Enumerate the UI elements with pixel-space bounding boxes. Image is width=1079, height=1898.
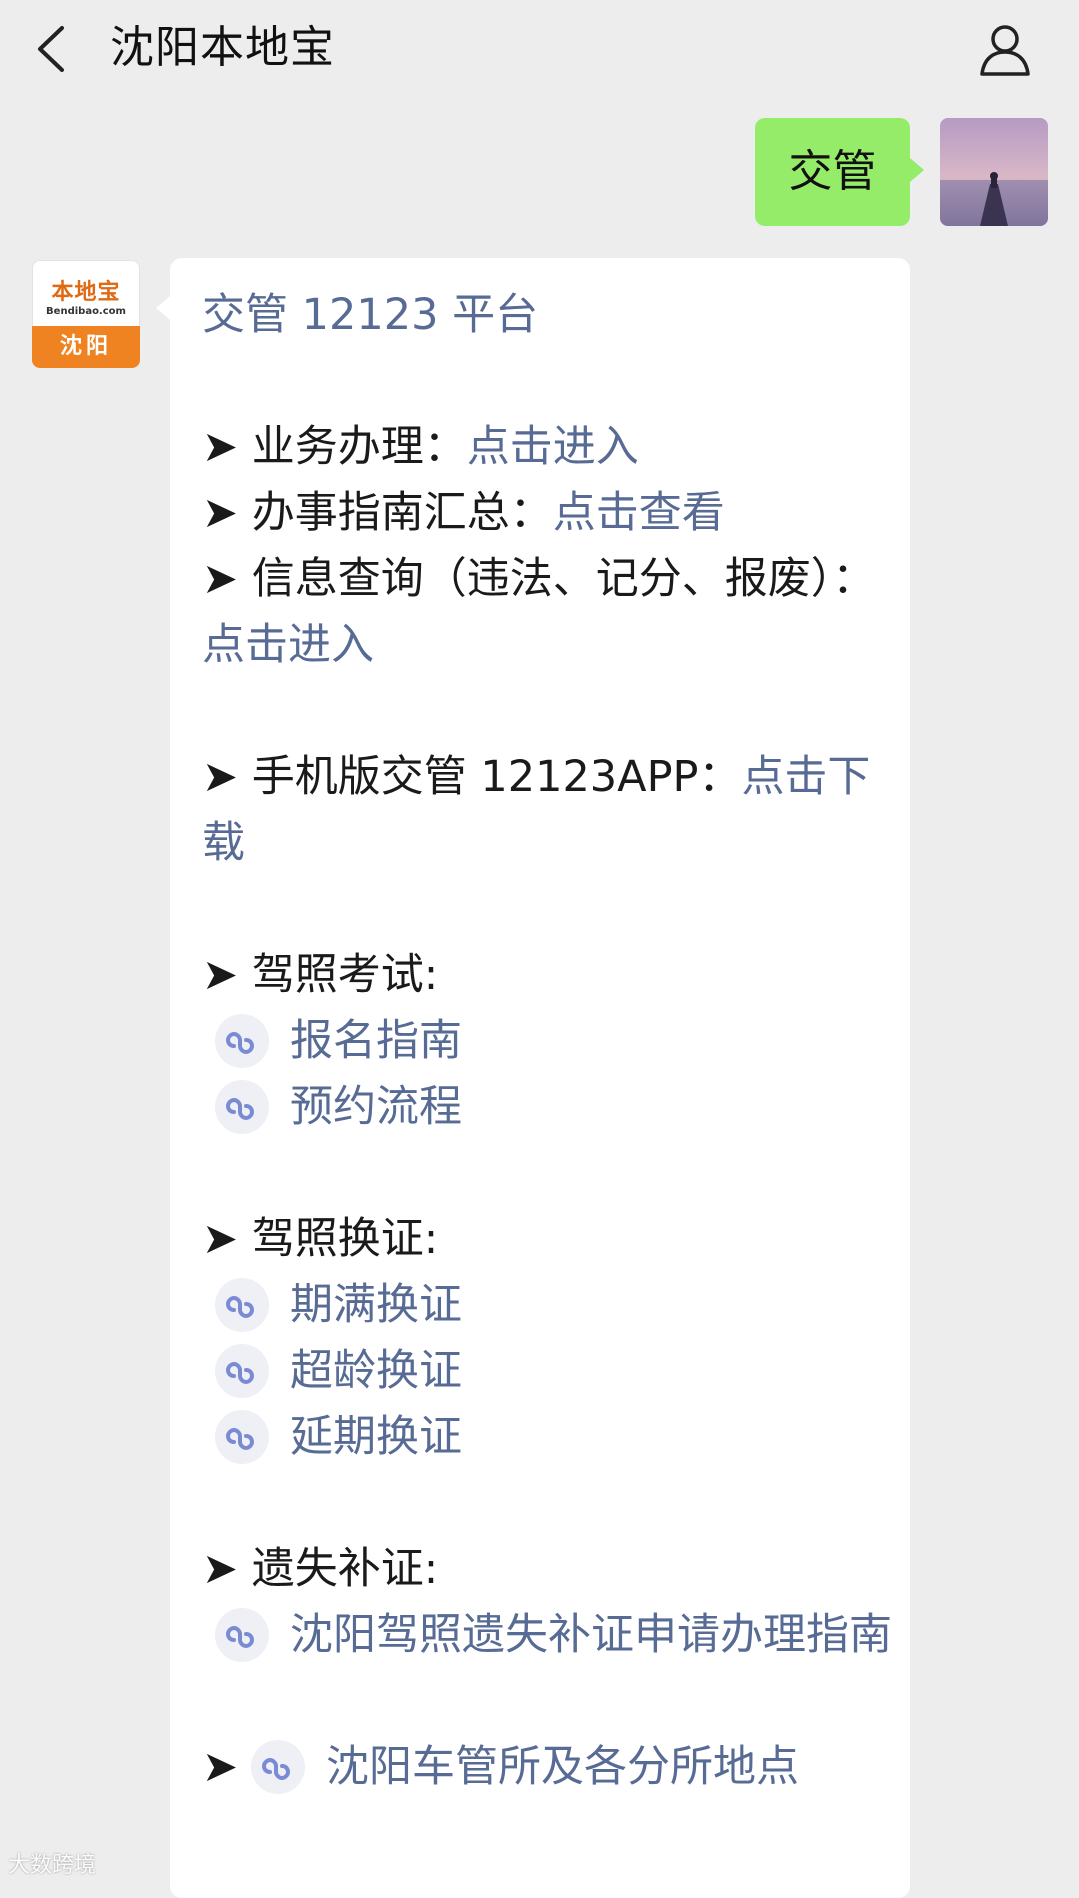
section-heading-exam: ➤ 驾照考试: xyxy=(202,950,439,1000)
sent-message-text: 交管 xyxy=(788,146,877,197)
section-heading-renew: ➤ 驾照换证: xyxy=(202,1214,439,1264)
list-item: ➤ 办事指南汇总：点击查看 xyxy=(202,488,725,538)
list-item: ➤ 信息查询（违法、记分、报废）：点击进入 xyxy=(202,554,876,670)
list-item: ➤ 业务办理：点击进入 xyxy=(202,422,639,472)
mini-program-icon xyxy=(215,1344,269,1398)
link-renew-overage[interactable]: 超龄换证 xyxy=(290,1338,462,1404)
mini-program-link[interactable]: 期满换证 xyxy=(202,1272,892,1338)
mini-program-link[interactable]: ➤ 沈阳车管所及各分所地点 xyxy=(202,1734,892,1800)
mini-program-link[interactable]: 超龄换证 xyxy=(202,1338,892,1404)
watermark: 大数跨境 xyxy=(8,1853,97,1878)
person-icon[interactable] xyxy=(976,20,1034,78)
sent-message-bubble[interactable]: 交管 xyxy=(755,118,924,226)
mini-program-link[interactable]: 延期换证 xyxy=(202,1404,892,1470)
link-renew-delay[interactable]: 延期换证 xyxy=(290,1404,462,1470)
link-exam-booking[interactable]: 预约流程 xyxy=(290,1074,462,1140)
mini-program-icon xyxy=(215,1608,269,1662)
arrow-marker: ➤ xyxy=(202,1742,239,1792)
reply-content: 交管 12123 平台 ➤ 业务办理：点击进入 ➤ 办事指南汇总：点击查看 ➤ … xyxy=(202,282,892,1800)
section-heading-lost: ➤ 遗失补证: xyxy=(202,1544,439,1594)
link-office-locations[interactable]: 沈阳车管所及各分所地点 xyxy=(326,1734,799,1800)
link-business[interactable]: 点击进入 xyxy=(467,422,639,472)
back-arrow-icon[interactable] xyxy=(28,20,78,78)
link-exam-signup[interactable]: 报名指南 xyxy=(290,1008,462,1074)
reply-message-bubble: 交管 12123 平台 ➤ 业务办理：点击进入 ➤ 办事指南汇总：点击查看 ➤ … xyxy=(156,258,910,1898)
page-title: 沈阳本地宝 xyxy=(110,22,335,73)
top-bar: 沈阳本地宝 xyxy=(0,0,1079,100)
mini-program-icon xyxy=(215,1014,269,1068)
message-title: 交管 12123 平台 xyxy=(202,290,539,340)
mini-program-icon xyxy=(215,1080,269,1134)
link-renew-expiry[interactable]: 期满换证 xyxy=(290,1272,462,1338)
mini-program-link[interactable]: 报名指南 xyxy=(202,1008,892,1074)
user-avatar[interactable] xyxy=(940,118,1048,226)
link-lost-guide[interactable]: 沈阳驾照遗失补证申请办理指南 xyxy=(290,1602,892,1668)
mini-program-icon xyxy=(215,1278,269,1332)
mini-program-link[interactable]: 预约流程 xyxy=(202,1074,892,1140)
mini-program-icon xyxy=(251,1740,306,1794)
mini-program-icon xyxy=(215,1410,269,1464)
mini-program-link[interactable]: 沈阳驾照遗失补证申请办理指南 xyxy=(202,1602,892,1668)
link-info-query[interactable]: 点击进入 xyxy=(202,620,374,670)
official-account-avatar[interactable]: 本地宝 Bendibao.com 沈阳 xyxy=(32,260,140,368)
city-label: 沈阳 xyxy=(32,326,140,368)
bendibao-logo: 本地宝 xyxy=(51,280,121,305)
list-item: ➤ 手机版交管 12123APP：点击下载 xyxy=(202,752,871,868)
bendibao-domain: Bendibao.com xyxy=(46,306,126,317)
link-guide-summary[interactable]: 点击查看 xyxy=(553,488,725,538)
